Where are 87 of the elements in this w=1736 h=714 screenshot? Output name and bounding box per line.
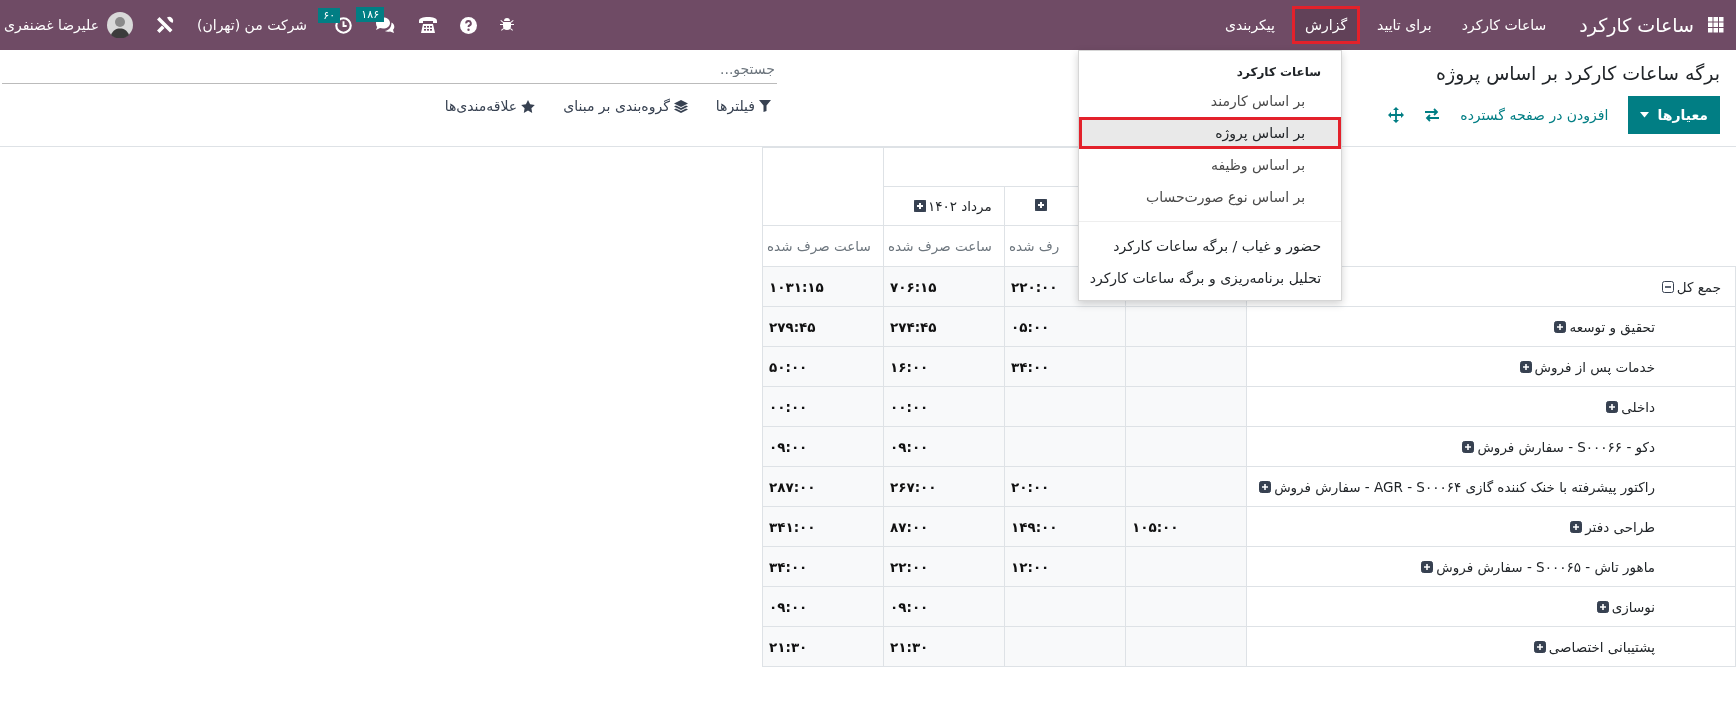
table-cell: ۰۹:۰۰ [769,438,808,455]
table-cell: ۲۷۴:۴۵ [890,318,937,335]
table-cell: ۲۷۹:۴۵ [769,318,816,335]
app-title[interactable]: ساعات کارکرد [1579,14,1694,36]
clock-icon[interactable] [335,16,353,34]
table-cell: ۱۴۹:۰۰ [1011,518,1058,535]
table-cell: ۱۰۳۱:۱۵ [769,278,824,295]
search-option-button[interactable]: علاقه‌مندی‌ها [444,98,536,114]
dropdown-item[interactable]: تحلیل برنامه‌ریزی و برگه ساعات کارکرد [1079,262,1342,294]
table-cell: ۳۴:۰۰ [769,558,808,575]
table-cell: ۲۲۰:۰۰ [1011,278,1058,295]
table-cell: ۸۷:۰۰ [890,518,929,535]
table-cell: ۰۰:۰۰ [890,398,929,415]
row-header[interactable]: دکو - S۰۰۰۶۶ - سفارش فروش [1477,438,1655,455]
table-cell: ۳۴۱:۰۰ [769,518,816,535]
phone-icon[interactable] [418,16,439,34]
row-header[interactable]: داخلی [1621,398,1655,415]
swap-icon[interactable] [1424,108,1441,122]
expand-icon[interactable] [1519,360,1532,373]
expand-icon[interactable] [1606,400,1619,413]
filter-icon [759,100,771,112]
dropdown-header: ساعات کارکرد [1235,64,1323,81]
expand-icon[interactable] [1554,320,1567,333]
table-cell: ۲۶۷:۰۰ [890,478,937,495]
expand-icon[interactable] [1421,560,1434,573]
table-cell: ۲۸۷:۰۰ [769,478,816,495]
row-header[interactable]: خدمات پس از فروش [1534,358,1655,375]
layers-icon [673,99,688,113]
column-header: مرداد ۱۴۰۲ [928,198,992,214]
table-cell: ۱۲:۰۰ [1011,558,1050,575]
dropdown-item[interactable]: حضور و غیاب / برگه ساعات کارکرد [1079,230,1342,262]
caret-icon [1640,112,1650,118]
row-header[interactable]: نوسازی [1611,598,1655,615]
activity-count-badge: ۶۰ [318,7,341,23]
table-cell: ۰۵:۰۰ [1011,318,1050,335]
row-header[interactable]: جمع کل [1676,278,1721,295]
menu-item[interactable]: برای تایید [1364,6,1445,44]
dropdown-item[interactable]: بر اساس وظیفه [1079,149,1342,181]
table-cell: ۵۰:۰۰ [769,358,808,375]
message-count-badge: ۱۸۶ [356,7,385,22]
row-header[interactable]: ماهور تاش - S۰۰۰۶۵ - سفارش فروش [1436,558,1655,575]
table-cell: ۷۰۶:۱۵ [890,278,937,295]
row-header[interactable]: پشتیبانی اختصاصی [1548,638,1655,655]
table-cell: ۰۰:۰۰ [769,398,808,415]
user-avatar[interactable] [107,12,133,38]
measures-button[interactable]: معیارها [1628,96,1720,134]
expand-icon[interactable] [1462,440,1475,453]
table-cell: ۲۱:۳۰ [890,638,929,655]
expand-icon[interactable] [1035,199,1047,211]
apps-menu-icon[interactable] [1708,17,1724,33]
menu-item[interactable]: پیکربندی [1211,6,1288,44]
table-cell: ۲۱:۳۰ [769,638,808,655]
dropdown-item[interactable]: بر اساس کارمند [1079,85,1342,117]
table-cell: ۱۰۵:۰۰ [1132,518,1179,535]
search-option-button[interactable]: گروه‌بندی بر مبنای [563,98,688,114]
page-title: برگه ساعات کارکرد بر اساس پروژه [1436,62,1720,84]
dropdown-item[interactable]: بر اساس پروژه [1079,117,1342,149]
tools-icon[interactable] [155,15,175,35]
table-cell: ۱۶:۰۰ [890,358,929,375]
row-header[interactable]: طراحی دفتر [1585,518,1655,535]
expand-icon[interactable] [1533,640,1546,653]
spreadsheet-link[interactable]: افزودن در صفحه گسترده [1460,107,1609,123]
help-icon[interactable] [460,16,478,34]
measure-header: رف شده [1009,238,1060,254]
expand-icon[interactable] [1661,280,1674,293]
row-header[interactable]: تحقیق و توسعه [1569,318,1655,335]
menu-item[interactable]: ساعات کارکرد [1448,6,1560,44]
search-option-button[interactable]: فیلترها [715,98,771,114]
table-cell: ۰۹:۰۰ [890,438,929,455]
measure-header: ساعت صرف شده [767,238,871,254]
menu-item[interactable]: گزارش [1291,6,1361,44]
star-icon [521,99,536,113]
table-cell: ۰۹:۰۰ [890,598,929,615]
move-icon[interactable] [1388,107,1405,123]
dropdown-item[interactable]: بر اساس نوع صورت‌حساب [1079,181,1342,213]
table-cell: ۰۹:۰۰ [769,598,808,615]
company-switcher[interactable]: شرکت من (تهران) [197,17,308,33]
bug-icon[interactable] [499,17,516,33]
expand-icon[interactable] [1570,520,1583,533]
user-name[interactable]: علیرضا غضنفری [4,17,99,33]
expand-icon[interactable] [1259,480,1272,493]
table-cell: ۲۰:۰۰ [1011,478,1050,495]
measure-header: ساعت صرف شده [888,238,992,254]
expand-icon[interactable] [1596,600,1609,613]
table-cell: ۲۲:۰۰ [890,558,929,575]
table-cell: ۳۴:۰۰ [1011,358,1050,375]
expand-icon[interactable] [914,200,926,212]
